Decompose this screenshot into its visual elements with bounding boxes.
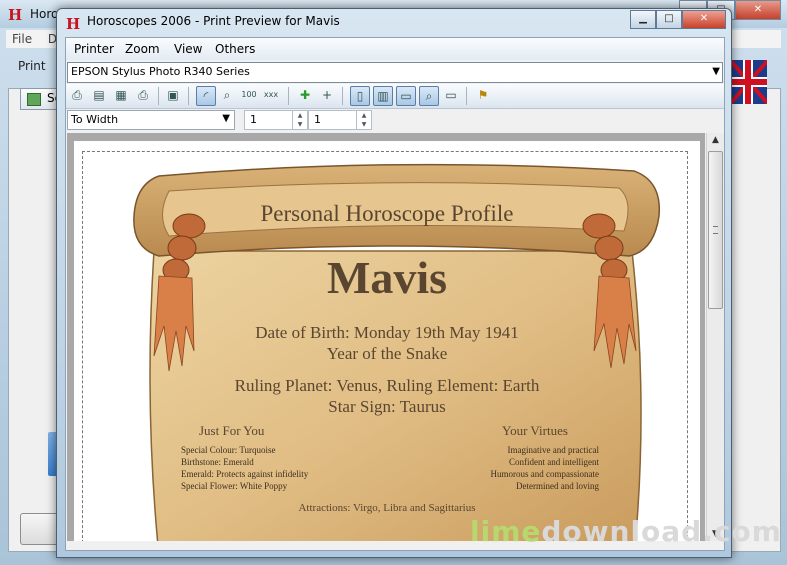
- document-attractions: Attractions: Virgo, Libra and Sagittariu…: [298, 502, 476, 514]
- uk-flag-icon[interactable]: [729, 60, 767, 104]
- tab-image-icon: [27, 93, 41, 106]
- menu-others[interactable]: Others: [215, 42, 255, 56]
- document-star-sign: Star Sign: Taurus: [328, 397, 446, 416]
- preview-area[interactable]: Personal Horoscope Profile Mavis Date of…: [67, 133, 705, 541]
- printer-setup-icon[interactable]: ⎙: [134, 86, 152, 104]
- print-preview-dialog: H Horoscopes 2006 - Print Preview for Ma…: [56, 8, 732, 558]
- menu-zoom[interactable]: Zoom: [125, 42, 160, 56]
- dialog-title: Horoscopes 2006 - Print Preview for Mavi…: [87, 14, 340, 28]
- printer-select-value: EPSON Stylus Photo R340 Series: [71, 65, 250, 78]
- zoom-plus-icon[interactable]: +: [318, 86, 336, 104]
- left-column-item: Special Colour: Turquoise: [181, 445, 276, 455]
- watermark-part2: download.com: [541, 515, 782, 548]
- right-column-item: Humorous and compassionate: [490, 469, 599, 479]
- print-icon[interactable]: ⎙: [68, 86, 86, 104]
- right-column-item: Determined and loving: [516, 481, 599, 491]
- stepper-arrows-icon[interactable]: ▲ ▼: [292, 111, 307, 129]
- vertical-scrollbar[interactable]: ▲ ▼: [706, 133, 724, 541]
- stepper-arrows-icon[interactable]: ▲ ▼: [356, 111, 371, 129]
- watermark: limedownload.com: [470, 515, 782, 548]
- toolbar-separator: [158, 87, 159, 105]
- left-column-item: Emerald: Protects against infidelity: [181, 469, 309, 479]
- page-to-value: 1: [314, 113, 321, 126]
- exit-icon[interactable]: ⚑: [474, 86, 492, 104]
- page-setup-icon[interactable]: ▣: [164, 86, 182, 104]
- close-button[interactable]: ✕: [735, 0, 781, 20]
- right-column-item: Confident and intelligent: [509, 457, 599, 467]
- multi-page-icon[interactable]: ▭: [442, 86, 460, 104]
- app-logo-icon: H: [66, 15, 81, 33]
- menu-printer[interactable]: Printer: [74, 42, 114, 56]
- open-icon[interactable]: ▤: [90, 86, 108, 104]
- chevron-down-icon: ▼: [712, 66, 720, 77]
- scrollbar-thumb[interactable]: [708, 151, 723, 309]
- left-column-item: Special Flower: White Poppy: [181, 481, 288, 491]
- preview-page: Personal Horoscope Profile Mavis Date of…: [74, 141, 700, 541]
- zoom-in-icon[interactable]: ✚: [296, 86, 314, 104]
- page-width-icon[interactable]: ▭: [396, 86, 416, 106]
- toolbar-separator: [288, 87, 289, 105]
- document-heading: Personal Horoscope Profile: [260, 201, 514, 226]
- maximize-button[interactable]: □: [656, 10, 682, 29]
- document-planet-element: Ruling Planet: Venus, Ruling Element: Ea…: [234, 376, 540, 395]
- printer-select[interactable]: EPSON Stylus Photo R340 Series ▼: [67, 62, 723, 83]
- dialog-client-area: Printer Zoom View Others EPSON Stylus Ph…: [65, 37, 725, 551]
- zoom-mode-select[interactable]: To Width ▼: [67, 110, 235, 130]
- page-from-stepper[interactable]: 1 ▲ ▼: [244, 110, 308, 130]
- right-column-heading: Your Virtues: [502, 423, 568, 438]
- chevron-down-icon: ▼: [222, 113, 230, 124]
- page-from-value: 1: [250, 113, 257, 126]
- two-pages-icon[interactable]: ▥: [373, 86, 393, 106]
- right-column-item: Imaginative and practical: [507, 445, 599, 455]
- app-logo-icon: H: [8, 6, 23, 24]
- watermark-part1: lime: [470, 515, 542, 548]
- zoom-fit-icon[interactable]: ⌕: [218, 86, 236, 104]
- single-page-icon[interactable]: ▯: [350, 86, 370, 106]
- zoom-mode-value: To Width: [71, 113, 119, 126]
- menu-file[interactable]: File: [12, 32, 32, 46]
- document-year: Year of the Snake: [326, 344, 448, 363]
- scroll-up-icon[interactable]: ▲: [707, 135, 724, 145]
- save-icon[interactable]: ▦: [112, 86, 130, 104]
- page-to-stepper[interactable]: 1 ▲ ▼: [308, 110, 372, 130]
- toolbar-separator: [188, 87, 189, 105]
- left-column-item: Birthstone: Emerald: [181, 457, 254, 467]
- close-button[interactable]: ✕: [682, 10, 726, 29]
- dialog-window-controls: ▁ □ ✕: [630, 10, 726, 29]
- toolbar-separator: [466, 87, 467, 105]
- zoom-xxx-icon[interactable]: xxx: [262, 86, 280, 104]
- document-name: Mavis: [326, 252, 448, 303]
- print-label: Print: [18, 59, 46, 73]
- document-dob: Date of Birth: Monday 19th May 1941: [255, 323, 519, 342]
- zoom-100-icon[interactable]: 100: [240, 86, 258, 104]
- menu-view[interactable]: View: [174, 42, 202, 56]
- left-column-heading: Just For You: [199, 423, 265, 438]
- magnify-icon[interactable]: ⌕: [419, 86, 439, 106]
- minimize-button[interactable]: ▁: [630, 10, 656, 29]
- grip-icon: [713, 226, 718, 234]
- arc-icon[interactable]: ◜: [196, 86, 216, 106]
- toolbar: ⎙ ▤ ▦ ⎙ ▣ ◜ ⌕ 100 xxx ✚ + ▯ ▥ ▭ ⌕ ▭ ⚑: [66, 84, 724, 109]
- menubar: Printer Zoom View Others: [66, 38, 724, 60]
- toolbar-separator: [342, 87, 343, 105]
